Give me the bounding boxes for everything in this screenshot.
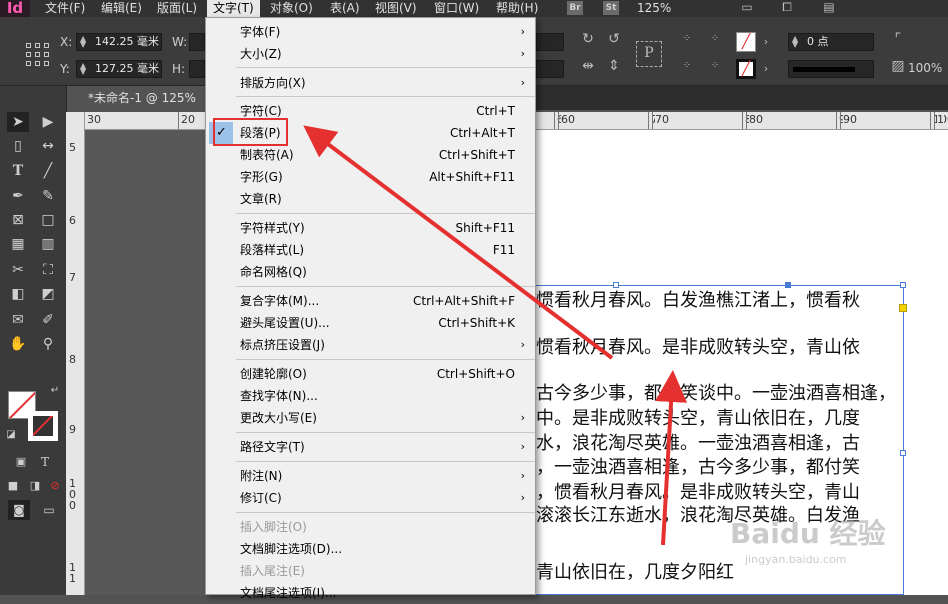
annotation-arrow <box>303 125 614 360</box>
annotation-arrows <box>303 125 688 546</box>
annotation-arrow <box>655 370 688 546</box>
